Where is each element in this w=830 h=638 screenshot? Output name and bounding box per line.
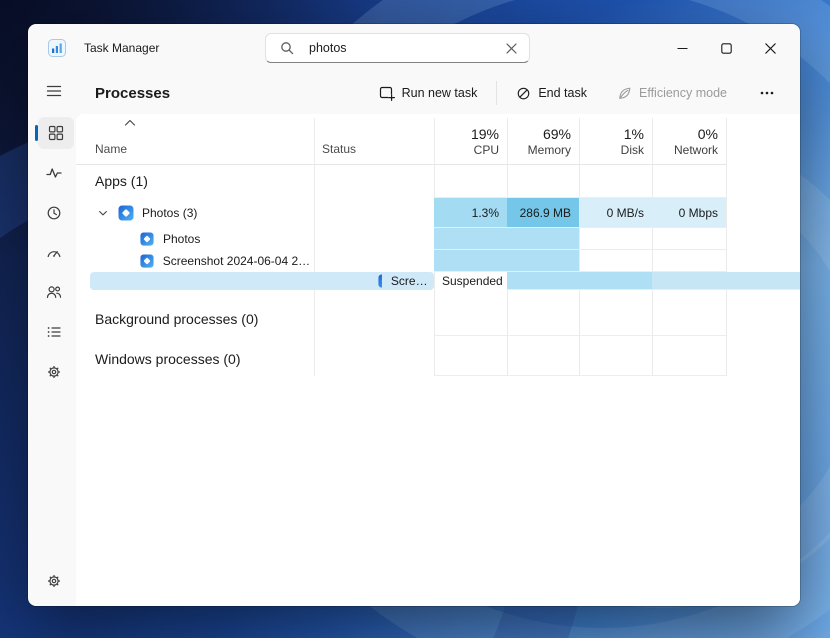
desktop: Task Manager bbox=[0, 0, 830, 638]
processes-panel: Name Status 19% CPU 69% Memory 1% bbox=[76, 114, 800, 606]
processes-icon bbox=[48, 125, 64, 141]
photos-app-icon bbox=[118, 205, 134, 221]
sort-ascending-icon bbox=[124, 119, 136, 126]
process-row-photos-group[interactable]: Photos (3) 1.3% 286.9 MB 0 MB/s 0 Mbps bbox=[76, 198, 800, 228]
processes-table: Name Status 19% CPU 69% Memory 1% bbox=[76, 114, 800, 376]
chevron-down-icon[interactable] bbox=[96, 206, 110, 220]
process-row-screenshot-2-selected[interactable]: Screenshot 2024-06-04 21… Suspended bbox=[76, 272, 800, 294]
sidebar-item-processes[interactable] bbox=[38, 117, 74, 149]
cpu-value: 1.3% bbox=[434, 198, 507, 228]
toolbar-divider bbox=[496, 81, 497, 105]
run-new-task-label: Run new task bbox=[402, 86, 478, 100]
column-header-cpu[interactable]: 19% CPU bbox=[434, 114, 507, 164]
sidebar-item-performance[interactable] bbox=[36, 157, 72, 189]
sidebar-item-startup-apps[interactable] bbox=[36, 237, 72, 269]
navigation-menu-button[interactable] bbox=[36, 75, 72, 107]
run-new-task-button[interactable]: Run new task bbox=[370, 79, 487, 107]
task-manager-window: Task Manager bbox=[28, 24, 800, 606]
task-manager-app-icon bbox=[48, 39, 66, 57]
sidebar-item-app-history[interactable] bbox=[36, 197, 72, 229]
more-options-button[interactable] bbox=[752, 79, 782, 107]
titlebar: Task Manager bbox=[28, 24, 800, 72]
column-header-disk[interactable]: 1% Disk bbox=[579, 114, 652, 164]
efficiency-mode-button[interactable]: Efficiency mode bbox=[608, 80, 736, 107]
column-header-memory[interactable]: 69% Memory bbox=[507, 114, 579, 164]
toolbar-actions: Run new task End task Efficien bbox=[370, 72, 782, 114]
minimize-button[interactable] bbox=[662, 31, 702, 65]
end-task-icon bbox=[516, 86, 531, 101]
process-row-photos-child[interactable]: Photos bbox=[76, 228, 800, 250]
group-label: Apps (1) bbox=[95, 173, 148, 189]
memory-value: 286.9 MB bbox=[507, 198, 579, 228]
app-history-icon bbox=[46, 205, 62, 221]
page-title: Processes bbox=[95, 72, 170, 114]
run-new-task-icon bbox=[379, 85, 395, 101]
group-label: Windows processes (0) bbox=[95, 351, 241, 367]
column-header-status[interactable]: Status bbox=[314, 114, 434, 164]
photos-app-icon bbox=[140, 232, 154, 246]
close-button[interactable] bbox=[750, 31, 790, 65]
process-name: Screenshot 2024-06-04 21… bbox=[391, 274, 434, 288]
column-header-network[interactable]: 0% Network bbox=[652, 114, 726, 164]
search-input[interactable] bbox=[307, 40, 499, 56]
table-header: Name Status 19% CPU 69% Memory 1% bbox=[76, 114, 800, 164]
efficiency-mode-label: Efficiency mode bbox=[639, 86, 727, 100]
window-title: Task Manager bbox=[84, 24, 159, 72]
maximize-button[interactable] bbox=[706, 31, 746, 65]
services-icon bbox=[46, 364, 62, 380]
settings-icon bbox=[46, 573, 62, 589]
end-task-label: End task bbox=[538, 86, 587, 100]
window-controls bbox=[662, 31, 790, 65]
sidebar-item-users[interactable] bbox=[36, 276, 72, 308]
navigation-rail bbox=[28, 72, 76, 606]
image-file-icon bbox=[378, 274, 382, 288]
end-task-button[interactable]: End task bbox=[507, 80, 596, 107]
group-row-windows-processes[interactable]: Windows processes (0) bbox=[76, 342, 800, 376]
more-icon bbox=[759, 85, 775, 101]
leaf-icon bbox=[617, 86, 632, 101]
process-row-screenshot-1[interactable]: Screenshot 2024-06-04 21… bbox=[76, 250, 800, 272]
process-name: Photos bbox=[163, 232, 200, 246]
column-header-name[interactable]: Name bbox=[76, 114, 314, 164]
disk-value: 0 MB/s bbox=[579, 198, 652, 228]
performance-icon bbox=[46, 165, 62, 181]
clear-search-button[interactable] bbox=[499, 36, 523, 60]
status-value: Suspended bbox=[434, 272, 507, 290]
users-icon bbox=[46, 284, 62, 300]
network-value: 0 Mbps bbox=[652, 198, 726, 228]
sidebar-item-details[interactable] bbox=[36, 316, 72, 348]
details-icon bbox=[46, 324, 62, 340]
sidebar-item-services[interactable] bbox=[36, 356, 72, 388]
search-icon bbox=[280, 41, 294, 55]
image-file-icon bbox=[140, 254, 154, 268]
process-name: Photos (3) bbox=[142, 206, 197, 220]
process-name: Screenshot 2024-06-04 21… bbox=[163, 254, 314, 268]
settings-button[interactable] bbox=[36, 565, 72, 597]
search-box[interactable] bbox=[265, 33, 530, 63]
startup-apps-icon bbox=[46, 245, 62, 261]
group-row-apps[interactable]: Apps (1) bbox=[76, 164, 800, 198]
group-label: Background processes (0) bbox=[95, 311, 258, 327]
group-row-background-processes[interactable]: Background processes (0) bbox=[76, 302, 800, 336]
